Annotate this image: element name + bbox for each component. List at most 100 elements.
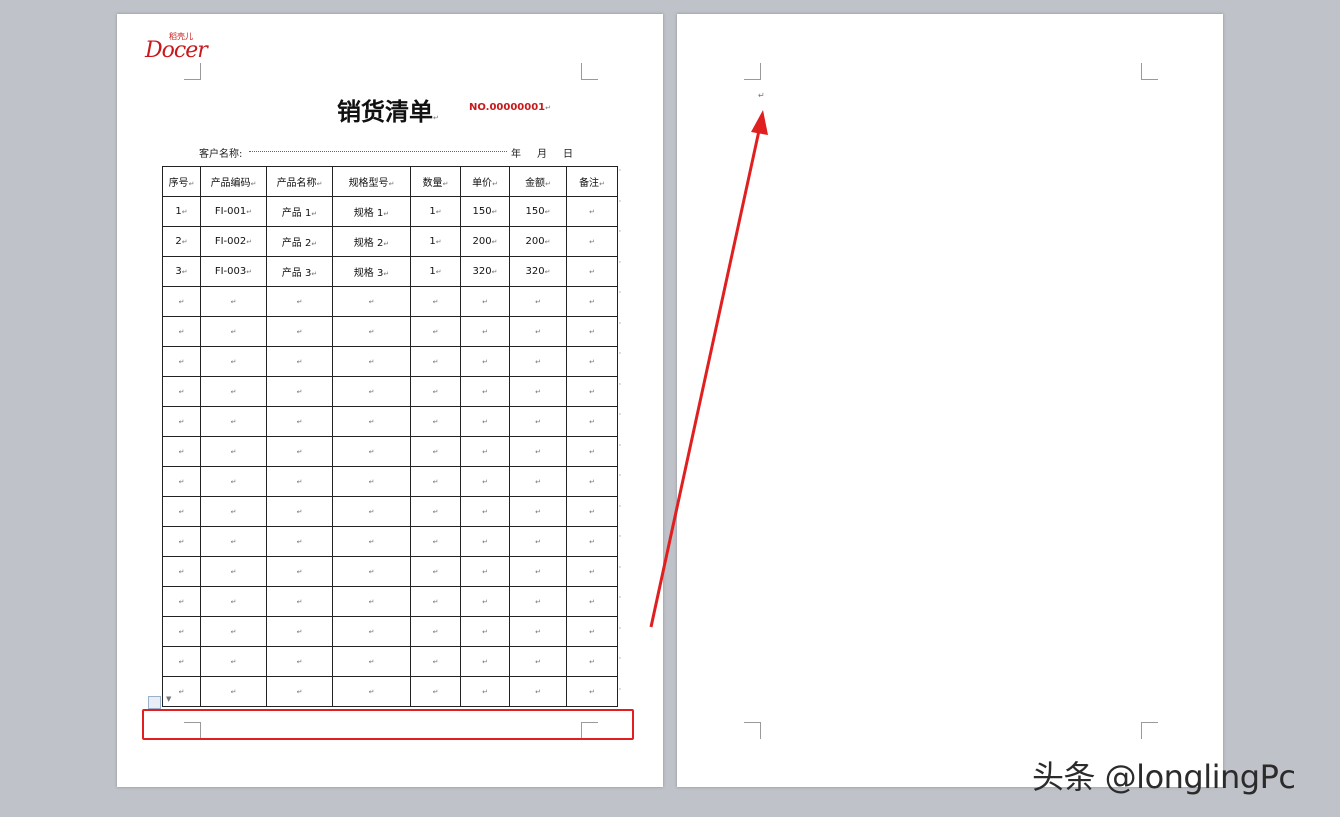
table-cell-empty[interactable]: ↵ <box>332 346 411 377</box>
table-cell-empty[interactable]: ↵ <box>410 466 461 497</box>
table-cell-empty[interactable]: ↵ <box>460 646 510 677</box>
table-cell-empty[interactable]: ↵ <box>162 496 201 527</box>
table-cell-empty[interactable]: ↵ <box>410 316 461 347</box>
table-cell-empty[interactable]: ↵ <box>460 616 510 647</box>
table-cell-empty[interactable]: ↵ <box>566 286 618 317</box>
table-cell-empty[interactable]: ↵ <box>566 556 618 587</box>
table-cell[interactable]: 320↵ <box>460 256 510 287</box>
table-cell-empty[interactable]: ↵ <box>410 526 461 557</box>
table-cell[interactable]: FI-001↵ <box>200 196 267 227</box>
table-cell-empty[interactable]: ↵ <box>200 466 267 497</box>
table-cell[interactable]: 产品 2↵ <box>266 226 333 257</box>
table-cell-empty[interactable]: ↵ <box>566 346 618 377</box>
table-header-cell[interactable]: 备注↵ <box>566 166 618 197</box>
table-cell-empty[interactable]: ↵ <box>566 676 618 707</box>
table-cell-empty[interactable]: ↵ <box>460 316 510 347</box>
table-cell-empty[interactable]: ↵ <box>332 466 411 497</box>
table-cell[interactable]: 规格 1↵ <box>332 196 411 227</box>
table-cell-empty[interactable]: ↵ <box>566 376 618 407</box>
table-cell-empty[interactable]: ↵ <box>566 586 618 617</box>
table-header-cell[interactable]: 序号↵ <box>162 166 201 197</box>
table-cell-empty[interactable]: ↵ <box>410 496 461 527</box>
table-cell-empty[interactable]: ↵ <box>509 526 567 557</box>
table-cell-empty[interactable]: ↵ <box>566 496 618 527</box>
paste-options-icon[interactable] <box>148 696 161 709</box>
table-cell-empty[interactable]: ↵ <box>460 406 510 437</box>
table-cell-empty[interactable]: ↵ <box>509 676 567 707</box>
table-cell-empty[interactable]: ↵ <box>509 376 567 407</box>
table-cell-empty[interactable]: ↵ <box>509 586 567 617</box>
table-cell-empty[interactable]: ↵ <box>566 316 618 347</box>
table-cell-empty[interactable]: ↵ <box>266 406 333 437</box>
table-cell-empty[interactable]: ↵ <box>200 526 267 557</box>
table-cell[interactable]: ↵ <box>566 226 618 257</box>
table-cell-empty[interactable]: ↵ <box>266 316 333 347</box>
table-cell-empty[interactable]: ↵ <box>332 616 411 647</box>
sales-table[interactable]: 序号↵ 产品编码↵ 产品名称↵ 规格型号↵ 数量↵ 单价↵ 金额↵ 备注↵ 1↵ FI-001↵… <box>162 166 618 707</box>
table-cell-empty[interactable]: ↵ <box>410 376 461 407</box>
table-cell-empty[interactable]: ↵ <box>566 526 618 557</box>
table-header-cell[interactable]: 产品编码↵ <box>200 166 267 197</box>
table-cell[interactable]: 2↵ <box>162 226 201 257</box>
table-cell-empty[interactable]: ↵ <box>566 436 618 467</box>
table-cell-empty[interactable]: ↵ <box>509 646 567 677</box>
table-cell-empty[interactable]: ↵ <box>266 376 333 407</box>
table-cell[interactable]: 1↵ <box>162 196 201 227</box>
table-cell-empty[interactable]: ↵ <box>200 436 267 467</box>
table-cell-empty[interactable]: ↵ <box>200 316 267 347</box>
table-cell-empty[interactable]: ↵ <box>460 436 510 467</box>
table-cell-empty[interactable]: ↵ <box>566 616 618 647</box>
table-cell-empty[interactable]: ↵ <box>509 436 567 467</box>
table-cell-empty[interactable]: ↵ <box>332 526 411 557</box>
table-cell-empty[interactable]: ↵ <box>509 556 567 587</box>
table-cell-empty[interactable]: ↵ <box>332 316 411 347</box>
table-cell-empty[interactable]: ↵ <box>460 526 510 557</box>
table-cell[interactable]: 320↵ <box>509 256 567 287</box>
table-cell-empty[interactable]: ↵ <box>162 586 201 617</box>
table-cell-empty[interactable]: ↵ <box>509 316 567 347</box>
table-cell-empty[interactable]: ↵ <box>266 676 333 707</box>
table-cell-empty[interactable]: ↵ <box>162 466 201 497</box>
table-cell-empty[interactable]: ↵ <box>162 316 201 347</box>
table-header-cell[interactable]: 金额↵ <box>509 166 567 197</box>
table-cell[interactable]: FI-003↵ <box>200 256 267 287</box>
table-cell-empty[interactable]: ↵ <box>460 376 510 407</box>
table-cell-empty[interactable]: ↵ <box>200 586 267 617</box>
table-cell-empty[interactable]: ↵ <box>332 646 411 677</box>
table-cell-empty[interactable]: ↵ <box>266 466 333 497</box>
table-cell[interactable]: 1↵ <box>410 226 461 257</box>
table-cell[interactable]: 1↵ <box>410 256 461 287</box>
table-cell[interactable]: 产品 1↵ <box>266 196 333 227</box>
table-cell[interactable]: 3↵ <box>162 256 201 287</box>
table-cell-empty[interactable]: ↵ <box>460 346 510 377</box>
table-cell-empty[interactable]: ↵ <box>460 466 510 497</box>
table-cell-empty[interactable]: ↵ <box>509 286 567 317</box>
table-cell-empty[interactable]: ↵ <box>410 436 461 467</box>
table-header-cell[interactable]: 产品名称↵ <box>266 166 333 197</box>
table-cell-empty[interactable]: ↵ <box>332 586 411 617</box>
table-cell-empty[interactable]: ↵ <box>410 616 461 647</box>
table-cell[interactable]: 150↵ <box>509 196 567 227</box>
table-cell-empty[interactable]: ↵ <box>460 286 510 317</box>
table-cell-empty[interactable]: ↵ <box>266 436 333 467</box>
chevron-down-icon[interactable]: ▼ <box>166 695 171 703</box>
table-cell-empty[interactable]: ↵ <box>332 556 411 587</box>
table-cell-empty[interactable]: ↵ <box>410 676 461 707</box>
table-cell-empty[interactable]: ↵ <box>162 526 201 557</box>
table-cell-empty[interactable]: ↵ <box>266 346 333 377</box>
table-cell-empty[interactable]: ↵ <box>332 436 411 467</box>
table-cell-empty[interactable]: ↵ <box>332 376 411 407</box>
table-cell-empty[interactable]: ↵ <box>509 406 567 437</box>
document-page-1[interactable]: 稻壳儿 Docer 销货清单↵ NO.00000001↵ 客户名称: 年 月 日… <box>117 14 663 787</box>
table-cell-empty[interactable]: ↵ <box>410 406 461 437</box>
table-cell-empty[interactable]: ↵ <box>460 586 510 617</box>
table-cell-empty[interactable]: ↵ <box>332 406 411 437</box>
table-cell-empty[interactable]: ↵ <box>460 676 510 707</box>
table-cell-empty[interactable]: ↵ <box>200 376 267 407</box>
table-cell-empty[interactable]: ↵ <box>509 346 567 377</box>
table-cell-empty[interactable]: ↵ <box>200 616 267 647</box>
empty-paragraph-mark[interactable]: ↵ <box>758 91 765 100</box>
table-cell[interactable]: 规格 2↵ <box>332 226 411 257</box>
table-cell-empty[interactable]: ↵ <box>162 436 201 467</box>
table-header-cell[interactable]: 数量↵ <box>410 166 461 197</box>
